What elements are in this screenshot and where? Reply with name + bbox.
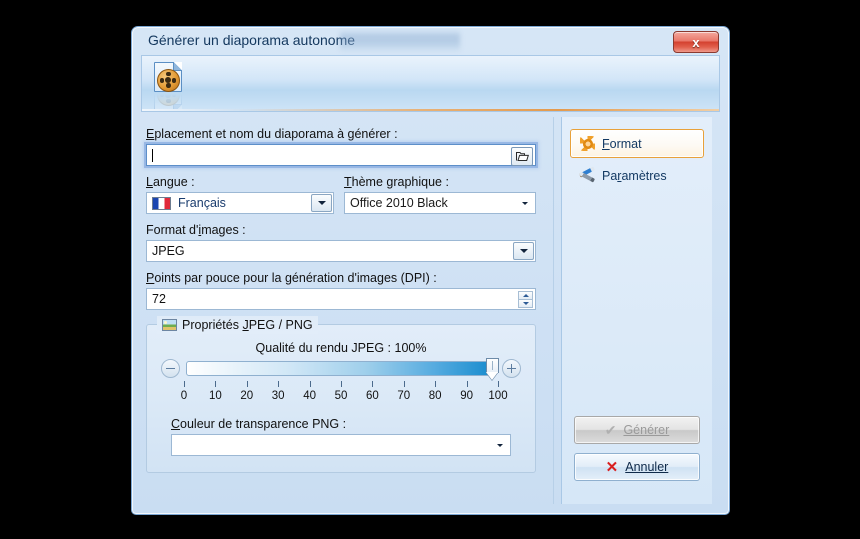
tick-label: 90 — [460, 390, 473, 402]
language-group: Langue : Français — [146, 175, 334, 214]
group-title-text: Propriétés JPEG / PNG — [182, 318, 313, 332]
sidebar: Format Paramètres ✔ Générer ✕ Annuler — [561, 117, 712, 504]
dpi-stepper[interactable] — [518, 291, 533, 308]
open-folder-icon — [515, 152, 529, 161]
tick-label: 10 — [208, 390, 222, 402]
png-color-select[interactable] — [171, 434, 511, 456]
quality-increase-button[interactable] — [502, 359, 521, 378]
sidebar-item-parametres[interactable]: Paramètres — [570, 162, 704, 189]
tick-mark — [278, 381, 280, 387]
sidebar-item-format-label: Format — [602, 136, 642, 151]
checkmark-icon: ✔ — [604, 422, 617, 438]
tick-label: 100 — [488, 390, 508, 402]
png-color-dropdown-arrow[interactable] — [490, 436, 509, 454]
quality-slider-thumb[interactable] — [486, 358, 499, 381]
tick-mark — [466, 381, 468, 387]
tools-icon — [578, 166, 596, 183]
title-bar: Générer un diaporama autonome x — [132, 27, 729, 54]
pane-divider — [553, 117, 554, 504]
png-color-row: Couleur de transparence PNG : — [161, 417, 521, 456]
theme-value: Office 2010 Black — [350, 196, 448, 210]
quality-decrease-button[interactable] — [161, 359, 180, 378]
tick-label: 40 — [303, 390, 316, 402]
close-icon: x — [692, 34, 700, 50]
dialog-window: Générer un diaporama autonome x Eplaceme… — [131, 26, 730, 515]
generate-button-label: Générer — [623, 423, 670, 437]
jpeg-png-properties-group: Propriétés JPEG / PNG Qualité du rendu J… — [146, 316, 536, 473]
theme-select[interactable]: Office 2010 Black — [344, 192, 536, 214]
generate-button[interactable]: ✔ Générer — [574, 416, 700, 444]
image-format-label: Format d'images : — [146, 223, 246, 237]
text-caret — [152, 148, 153, 162]
tick-mark — [435, 381, 437, 387]
sidebar-item-format[interactable]: Format — [570, 129, 704, 158]
location-row: Eplacement et nom du diaporama à générer… — [146, 127, 536, 166]
dpi-stepper-up[interactable] — [518, 291, 533, 299]
quality-slider-track[interactable] — [186, 361, 496, 376]
action-buttons: ✔ Générer ✕ Annuler — [562, 416, 712, 490]
tick-mark — [341, 381, 342, 387]
dpi-label: Points par pouce pour la génération d'im… — [146, 271, 437, 285]
tick-mark — [403, 381, 405, 387]
image-format-dropdown-arrow[interactable] — [513, 242, 534, 260]
quality-slider-title: Qualité du rendu JPEG : 100% — [255, 341, 427, 355]
form-pane: Eplacement et nom du diaporama à générer… — [146, 127, 536, 473]
image-format-row: Format d'images : JPEG — [146, 223, 536, 262]
french-flag-icon — [152, 196, 171, 210]
tick-label: 50 — [334, 390, 348, 402]
slideshow-document-icon — [154, 62, 182, 92]
location-input[interactable] — [146, 144, 536, 166]
tick-label: 20 — [240, 390, 254, 402]
theme-dropdown-arrow[interactable] — [515, 194, 534, 212]
dpi-row: Points par pouce pour la génération d'im… — [146, 271, 536, 310]
tick-label: 80 — [428, 390, 442, 402]
cancel-button[interactable]: ✕ Annuler — [574, 453, 700, 481]
close-button[interactable]: x — [673, 31, 719, 53]
language-dropdown-arrow[interactable] — [311, 194, 332, 212]
tick-label: 0 — [180, 390, 188, 402]
image-format-select[interactable]: JPEG — [146, 240, 536, 262]
png-color-label: Couleur de transparence PNG : — [171, 417, 347, 431]
browse-button[interactable] — [511, 147, 533, 166]
banner-accent-stripe — [142, 109, 719, 111]
tick-mark — [246, 381, 248, 387]
theme-label: Thème graphique : — [344, 175, 449, 189]
language-theme-row: Langue : Français Thème graphique : Offi… — [146, 175, 536, 214]
theme-group: Thème graphique : Office 2010 Black — [344, 175, 536, 214]
tick-mark — [215, 381, 217, 387]
quality-slider-ticks — [184, 381, 499, 389]
dpi-input[interactable]: 72 — [146, 288, 536, 310]
cancel-button-label: Annuler — [625, 460, 669, 474]
red-x-icon: ✕ — [605, 458, 619, 476]
tick-mark — [498, 381, 499, 387]
dpi-value: 72 — [152, 292, 166, 306]
tick-label: 60 — [365, 390, 379, 402]
tick-label: 30 — [271, 390, 285, 402]
tick-mark — [184, 381, 185, 387]
dpi-stepper-down[interactable] — [518, 299, 533, 308]
window-title: Générer un diaporama autonome — [148, 32, 356, 48]
redacted-title-region — [340, 30, 460, 52]
tick-mark — [372, 381, 374, 387]
tick-mark — [309, 381, 311, 387]
location-label: Eplacement et nom du diaporama à générer… — [146, 127, 398, 141]
group-title: Propriétés JPEG / PNG — [157, 316, 318, 334]
tick-label: 70 — [397, 390, 411, 402]
picture-icon — [162, 319, 177, 331]
gear-icon — [580, 136, 595, 151]
location-label-text: placement et nom du diaporama à générer … — [154, 127, 398, 141]
quality-slider-track-wrap[interactable] — [186, 358, 499, 380]
language-label: Langue : — [146, 175, 195, 189]
quality-slider-row — [161, 358, 521, 380]
screen: Générer un diaporama autonome x Eplaceme… — [0, 0, 860, 539]
image-format-value: JPEG — [152, 244, 185, 258]
language-value: Français — [178, 196, 226, 210]
header-banner — [141, 55, 720, 112]
sidebar-item-parametres-label: Paramètres — [602, 168, 667, 183]
language-select[interactable]: Français — [146, 192, 334, 214]
quality-slider-tick-labels: 0 10 20 30 40 50 60 70 80 90 100 — [180, 390, 508, 405]
